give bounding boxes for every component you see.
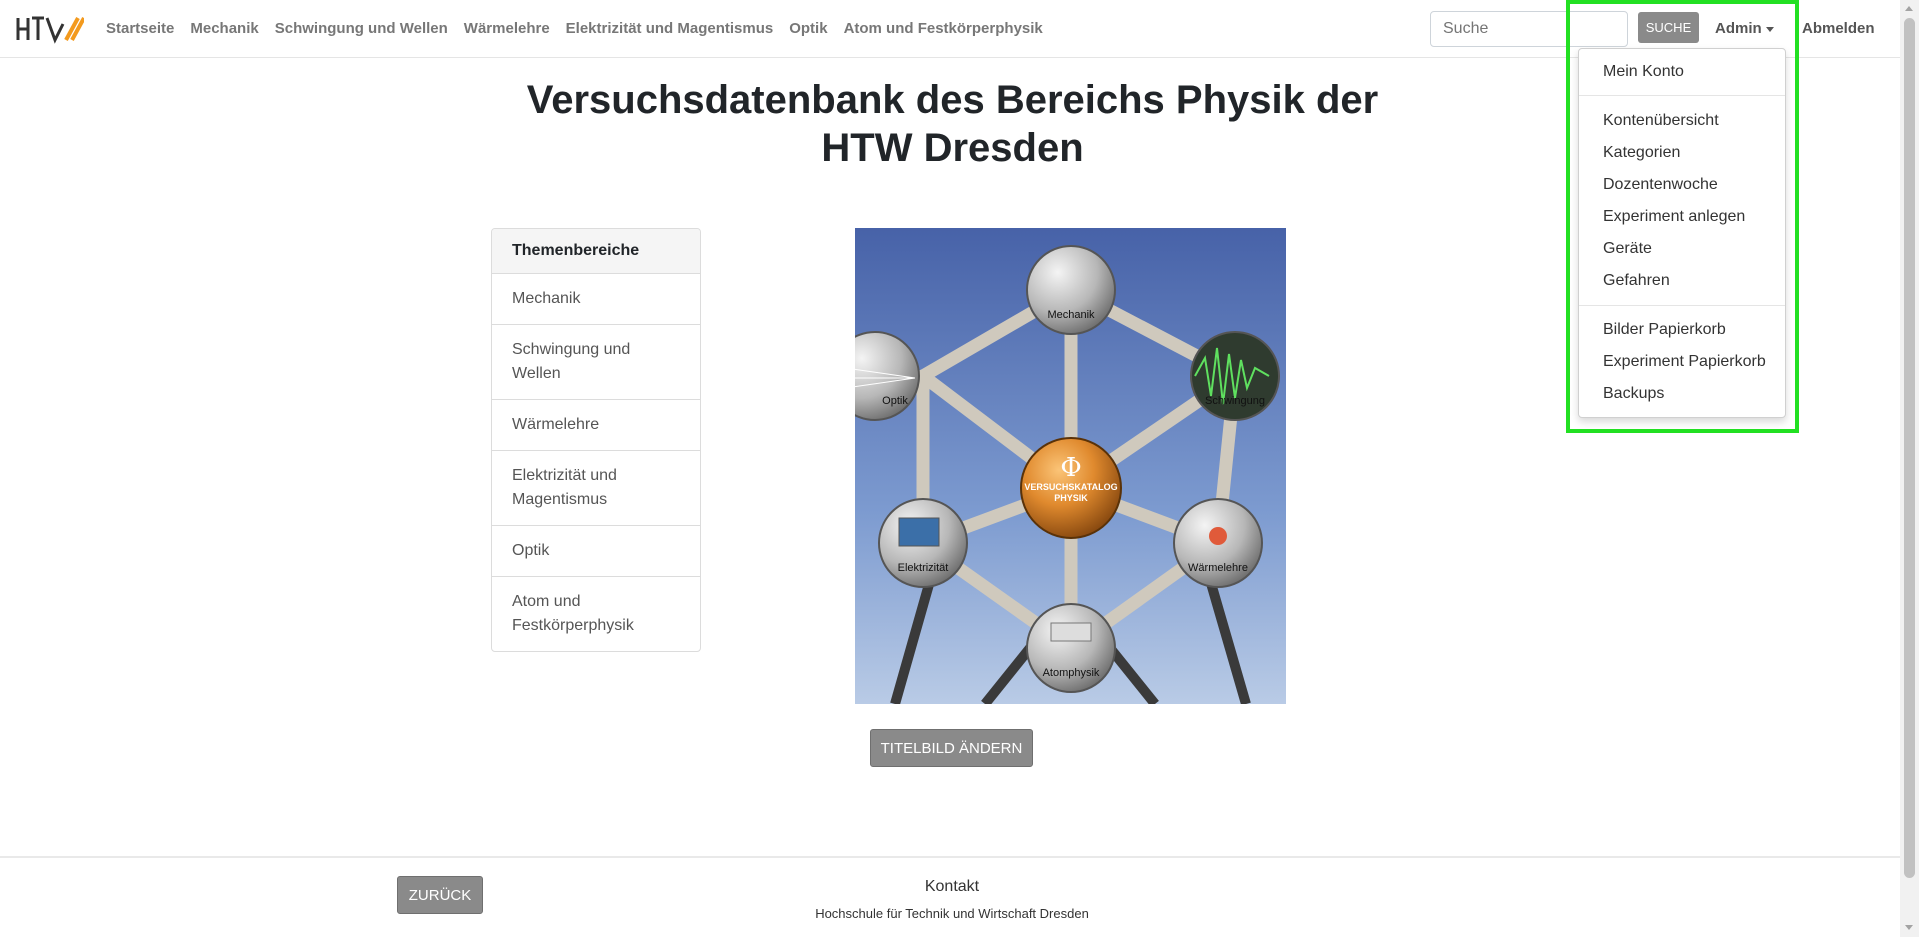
change-title-image-button[interactable]: TITELBILD ÄNDERN — [870, 729, 1033, 767]
admin-dropdown-toggle[interactable]: Admin — [1715, 20, 1774, 37]
search-input[interactable] — [1430, 11, 1628, 47]
scroll-up-arrow-icon[interactable] — [1905, 6, 1913, 11]
nav-link-optik[interactable]: Optik — [789, 20, 827, 37]
dropdown-item-mein-konto[interactable]: Mein Konto — [1603, 63, 1684, 81]
dropdown-item-kategorien[interactable]: Kategorien — [1603, 144, 1680, 162]
nav-link-schwingung[interactable]: Schwingung und Wellen — [275, 20, 448, 37]
title-image: Mechanik Schwingung Wärmelehre Atomphysi… — [855, 228, 1286, 704]
scroll-thumb[interactable] — [1904, 18, 1915, 878]
topic-item-schwingung[interactable]: Schwingung und Wellen — [492, 325, 700, 400]
admin-label: Admin — [1715, 20, 1762, 37]
nav-link-atom[interactable]: Atom und Festkörperphysik — [844, 20, 1043, 37]
svg-text:Schwingung: Schwingung — [1205, 395, 1265, 407]
footer: ZURÜCK Kontakt Hochschule für Technik un… — [0, 856, 1900, 939]
topic-item-atom[interactable]: Atom und Festkörperphysik — [492, 577, 700, 651]
svg-text:Φ: Φ — [1060, 453, 1081, 483]
contact-link[interactable]: Kontakt — [700, 878, 1204, 896]
nav-link-mechanik[interactable]: Mechanik — [190, 20, 258, 37]
vertical-scrollbar[interactable] — [1900, 0, 1919, 937]
dropdown-item-gefahren[interactable]: Gefahren — [1603, 272, 1670, 290]
dropdown-item-geraete[interactable]: Geräte — [1603, 240, 1652, 258]
nav-link-startseite[interactable]: Startseite — [106, 20, 174, 37]
svg-text:PHYSIK: PHYSIK — [1054, 493, 1088, 503]
center-sphere: Φ VERSUCHSKATALOG PHYSIK — [1020, 437, 1122, 539]
htw-logo[interactable] — [14, 14, 84, 44]
topic-item-mechanik[interactable]: Mechanik — [492, 274, 700, 325]
search-button[interactable]: SUCHE — [1638, 12, 1699, 43]
node-waermelehre: Wärmelehre — [1173, 498, 1263, 588]
admin-dropdown-menu: Mein Konto Kontenübersicht Kategorien Do… — [1578, 48, 1786, 418]
svg-text:Optik: Optik — [882, 395, 908, 407]
dropdown-item-bilder-papierkorb[interactable]: Bilder Papierkorb — [1603, 321, 1726, 339]
logout-link[interactable]: Abmelden — [1802, 20, 1875, 37]
topic-item-elektrizitaet[interactable]: Elektrizität und Magentismus — [492, 451, 700, 526]
scroll-down-arrow-icon[interactable] — [1905, 925, 1913, 930]
node-schwingung: Schwingung — [1190, 331, 1280, 421]
svg-text:Mechanik: Mechanik — [1047, 309, 1095, 321]
svg-text:Atomphysik: Atomphysik — [1043, 667, 1100, 679]
node-elektrizitaet: Elektrizität — [878, 498, 968, 588]
node-mechanik: Mechanik — [1026, 245, 1116, 335]
page-title: Versuchsdatenbank des Bereichs Physik de… — [526, 78, 1379, 170]
topics-header: Themenbereiche — [492, 229, 700, 274]
svg-text:Wärmelehre: Wärmelehre — [1188, 562, 1248, 574]
dropdown-item-experiment-papierkorb[interactable]: Experiment Papierkorb — [1603, 353, 1766, 371]
organization-name: Hochschule für Technik und Wirtschaft Dr… — [815, 906, 1089, 921]
dropdown-item-experiment-anlegen[interactable]: Experiment anlegen — [1603, 208, 1745, 226]
svg-text:VERSUCHSKATALOG: VERSUCHSKATALOG — [1024, 482, 1117, 492]
back-button[interactable]: ZURÜCK — [397, 876, 483, 914]
dropdown-divider — [1579, 95, 1785, 96]
dropdown-item-kontenuebersicht[interactable]: Kontenübersicht — [1603, 112, 1719, 130]
nav-link-waermelehre[interactable]: Wärmelehre — [464, 20, 550, 37]
nav-link-elektrizitaet[interactable]: Elektrizität und Magentismus — [566, 20, 774, 37]
svg-text:Elektrizität: Elektrizität — [898, 562, 949, 574]
topic-item-optik[interactable]: Optik — [492, 526, 700, 577]
dropdown-item-backups[interactable]: Backups — [1603, 385, 1664, 403]
main-nav: Startseite Mechanik Schwingung und Welle… — [106, 20, 1043, 37]
topics-list: Themenbereiche Mechanik Schwingung und W… — [491, 228, 701, 652]
node-atomphysik: Atomphysik — [1026, 603, 1116, 693]
topic-item-waermelehre[interactable]: Wärmelehre — [492, 400, 700, 451]
dropdown-divider — [1579, 305, 1785, 306]
caret-down-icon — [1765, 26, 1774, 32]
dropdown-item-dozentenwoche[interactable]: Dozentenwoche — [1603, 176, 1718, 194]
